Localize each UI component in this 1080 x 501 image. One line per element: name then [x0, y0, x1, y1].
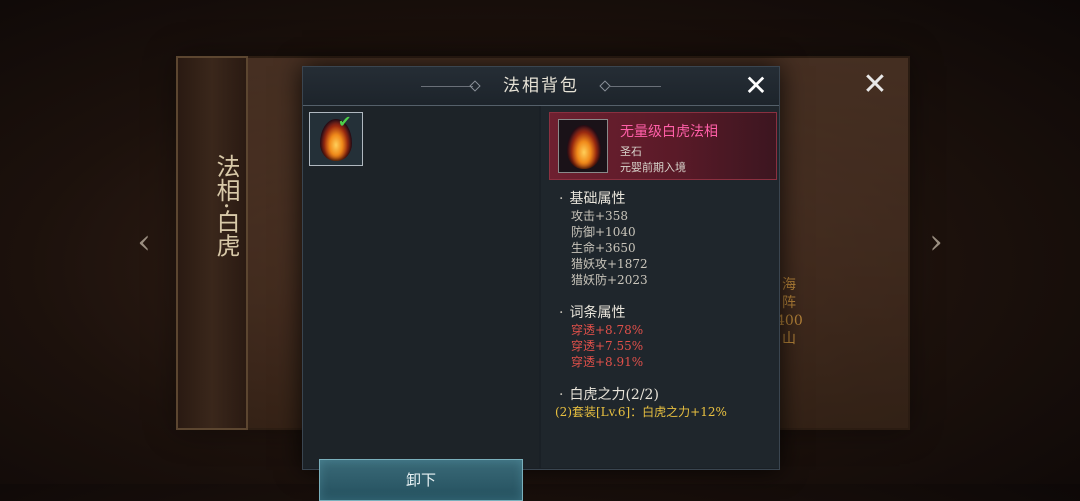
set-bonus-line-1: (2)套装[Lv.6]：白虎之力+12%: [555, 405, 727, 419]
check-icon: ✔: [338, 112, 352, 131]
set-bonus-title-text: 白虎之力(2/2): [569, 387, 659, 403]
dialog-header: 法相背包 ✕: [303, 67, 779, 106]
item-name: 无量级白虎法相: [620, 124, 718, 140]
title-deco-right: [609, 86, 661, 87]
egg-icon: [567, 125, 601, 169]
stat-defense: 防御+1040: [571, 225, 636, 239]
stat-health: 生命+3650: [571, 241, 636, 255]
affix-penetration-1: 穿透+8.78%: [571, 323, 644, 337]
right-arrow-icon[interactable]: ›: [924, 222, 948, 262]
fa-xiang-bag-dialog: 法相背包 ✕ ✔ 卸下 无量级白虎法相 圣石 元婴前期入境 · 基础属性 攻击+3…: [302, 66, 780, 501]
item-type: 圣石: [620, 145, 642, 158]
scroll-title: 法相·白虎: [212, 154, 240, 258]
item-icon: [558, 119, 608, 173]
item-requirement: 元婴前期入境: [620, 161, 686, 174]
stat-attack: 攻击+358: [571, 209, 628, 223]
item-header-card: 无量级白虎法相 圣石 元婴前期入境: [549, 112, 777, 180]
close-icon[interactable]: ✕: [741, 71, 771, 101]
affix-attributes-title-text: 词条属性: [569, 305, 626, 321]
set-bonus-title: · 白虎之力(2/2): [559, 387, 659, 403]
left-arrow-icon[interactable]: ‹: [132, 222, 156, 262]
stat-hunt-attack: 猎妖攻+1872: [571, 257, 648, 271]
item-detail-panel: 无量级白虎法相 圣石 元婴前期入境 · 基础属性 攻击+358 防御+1040 生…: [541, 106, 779, 468]
affix-penetration-2: 穿透+7.55%: [571, 339, 644, 353]
inventory-slot-selected[interactable]: ✔: [309, 112, 363, 166]
unequip-button[interactable]: 卸下: [319, 459, 523, 501]
inventory-grid: ✔ 卸下: [303, 106, 539, 501]
dialog-title: 法相背包: [503, 76, 579, 96]
base-attributes-title-text: 基础属性: [569, 191, 626, 207]
affix-penetration-3: 穿透+8.91%: [571, 355, 644, 369]
background-scroll: 法相·白虎: [176, 56, 248, 430]
affix-attributes-title: · 词条属性: [559, 305, 626, 321]
stat-hunt-defense: 猎妖防+2023: [571, 273, 648, 287]
base-attributes-title: · 基础属性: [559, 191, 626, 207]
background-close-icon[interactable]: ✕: [860, 70, 890, 100]
